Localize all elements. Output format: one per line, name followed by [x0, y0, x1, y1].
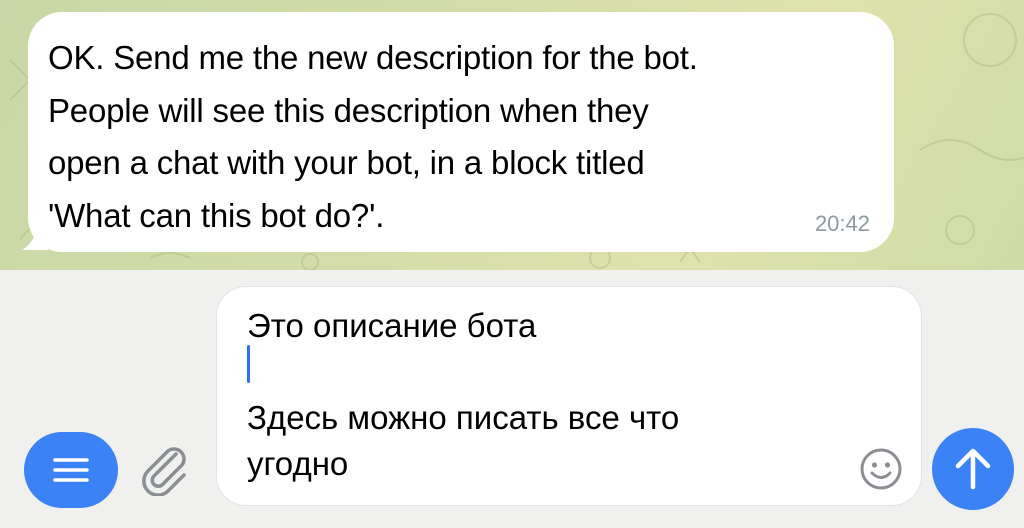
message-input[interactable]: Это описание бота Здесь можно писать все…	[216, 286, 922, 506]
send-button[interactable]	[932, 428, 1014, 510]
menu-lines-icon	[53, 458, 89, 482]
incoming-message-bubble: OK. Send me the new description for the …	[28, 12, 894, 252]
chat-background: OK. Send me the new description for the …	[0, 0, 1024, 270]
message-time: 20:42	[814, 211, 870, 236]
arrow-up-icon	[955, 448, 991, 490]
smiley-icon[interactable]	[858, 446, 904, 492]
incoming-message-text: OK. Send me the new description for the …	[48, 39, 698, 234]
message-input-text[interactable]: Это описание бота Здесь можно писать все…	[247, 303, 837, 487]
paperclip-icon[interactable]	[136, 440, 192, 496]
text-caret	[247, 345, 250, 383]
bot-menu-button[interactable]	[24, 432, 118, 508]
